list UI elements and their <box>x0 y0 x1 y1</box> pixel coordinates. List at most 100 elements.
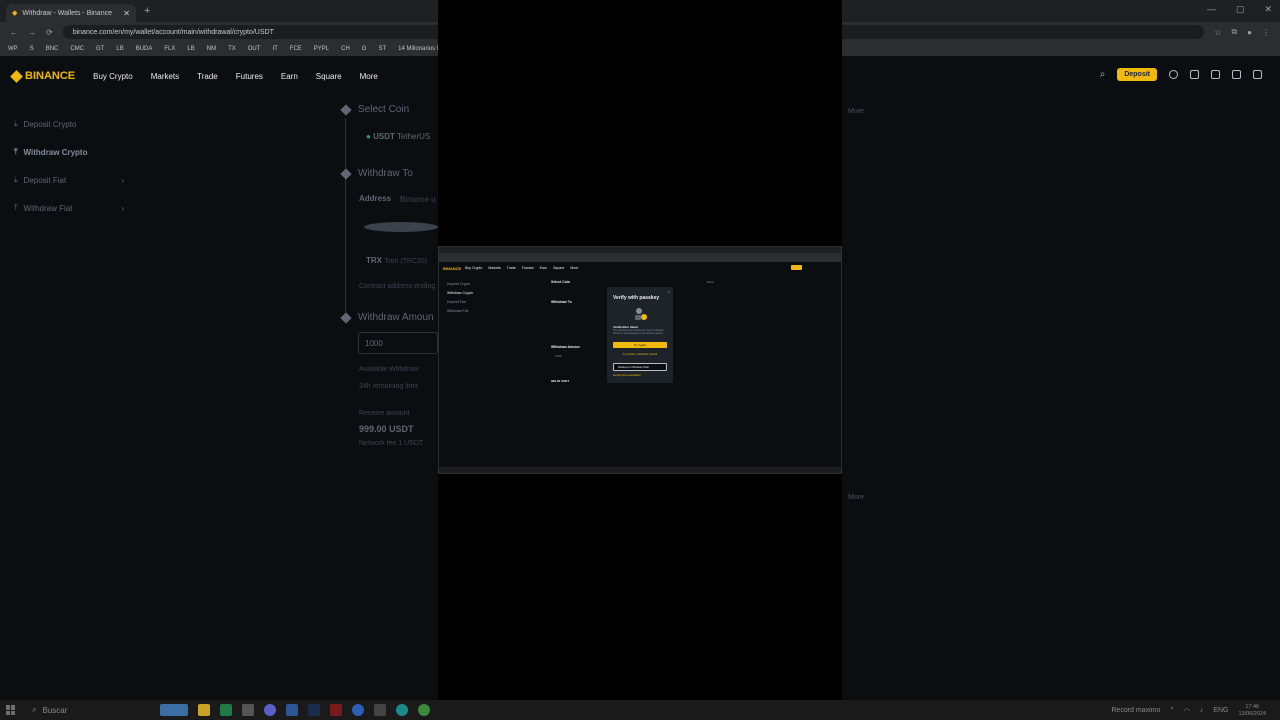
other-method-link[interactable]: Try another verification method <box>613 353 667 356</box>
bookmark-item[interactable]: FLX <box>164 46 175 52</box>
menu-deposit-fiat[interactable]: ⤓ Deposit Fiat › <box>14 166 124 194</box>
wallet-icon[interactable] <box>1190 70 1199 79</box>
mini-taskbar <box>439 467 841 473</box>
chrome-app-icon[interactable] <box>418 704 430 716</box>
reload-icon[interactable]: ⟳ <box>46 28 53 37</box>
modal-title: Verify with passkey <box>613 295 660 301</box>
nav-futures[interactable]: Futures <box>236 72 263 81</box>
grid-icon[interactable] <box>1253 70 1262 79</box>
new-tab-icon[interactable]: + <box>144 5 150 17</box>
explorer-app-icon[interactable] <box>198 704 210 716</box>
bookmark-item[interactable]: WP <box>8 46 18 52</box>
bookmark-item[interactable]: OUT <box>248 46 261 52</box>
bookmark-item[interactable]: ST <box>378 46 386 52</box>
bookmark-item[interactable]: TX <box>228 46 236 52</box>
acrobat-app-icon[interactable] <box>330 704 342 716</box>
taskbar-search[interactable]: ⌕ Buscar <box>32 705 132 715</box>
profile-icon[interactable]: ● <box>1247 28 1252 37</box>
menu-withdraw-fiat[interactable]: ⤒ Withdraw Fiat › <box>14 194 124 222</box>
clock-time: 17:46 <box>1245 704 1260 710</box>
chevron-right-icon: › <box>121 203 124 213</box>
maximize-icon[interactable]: ▢ <box>1236 4 1245 15</box>
clock[interactable]: 17:46 13/06/2024 <box>1238 704 1266 717</box>
bookmark-item[interactable]: FCE <box>290 46 302 52</box>
bookmark-item[interactable]: IT <box>272 46 277 52</box>
bookmark-item[interactable]: G <box>362 46 367 52</box>
mini-amount: 1000 <box>555 354 562 358</box>
close-tab-icon[interactable]: ✕ <box>123 9 130 18</box>
coin-symbol: USDT <box>373 132 395 141</box>
mini-menu-item: Withdraw Crypto <box>447 291 473 295</box>
download-icon[interactable] <box>1232 70 1241 79</box>
security-items-link[interactable]: Security items unavailable? <box>613 375 641 377</box>
taskview-app-icon[interactable] <box>160 704 188 716</box>
tab-binance-user[interactable]: Binance u <box>400 195 436 204</box>
windows-start-icon[interactable] <box>6 705 16 715</box>
volume-icon[interactable]: ♪ <box>1200 707 1204 714</box>
step-label: Withdraw Amoun <box>358 312 434 323</box>
excel-app-icon[interactable] <box>220 704 232 716</box>
amount-input[interactable]: 1000 <box>358 332 438 354</box>
bookmark-item[interactable]: S <box>30 46 34 52</box>
extensions-icon[interactable]: ⧉ <box>1231 27 1237 37</box>
app-icon[interactable] <box>374 704 386 716</box>
minimize-icon[interactable]: — <box>1207 4 1216 15</box>
word-app-icon[interactable] <box>286 704 298 716</box>
left-menu: ⤓ Deposit Crypto ⤒ Withdraw Crypto ⤓ Deposi… <box>14 110 124 222</box>
try-again-button[interactable]: Try Again <box>613 342 667 348</box>
contract-note: Contract address ending <box>359 283 436 290</box>
bookmark-item[interactable]: GT <box>96 46 104 52</box>
app-icon[interactable] <box>264 704 276 716</box>
nav-more[interactable]: More <box>360 72 378 81</box>
bookmark-item[interactable]: BNC <box>46 46 59 52</box>
bookmark-item[interactable]: LB <box>116 46 123 52</box>
step-line <box>345 118 346 318</box>
chevron-right-icon: › <box>121 175 124 185</box>
app-icon[interactable] <box>352 704 364 716</box>
photoshop-app-icon[interactable] <box>308 704 320 716</box>
bookmark-item[interactable]: LB <box>187 46 194 52</box>
verification-failed-title: Verification failed <box>613 325 638 329</box>
tab-address[interactable]: Address <box>359 194 391 203</box>
chevron-up-icon[interactable]: ^ <box>1170 707 1173 714</box>
calculator-app-icon[interactable] <box>242 704 254 716</box>
more-link-top[interactable]: More <box>848 108 864 115</box>
coin-row[interactable]: ● USDT TetherUS <box>366 132 430 141</box>
bookmark-star-icon[interactable]: ☆ <box>1214 28 1221 37</box>
windows-hello-popup[interactable]: Passkeys or Windows Hello <box>613 363 667 371</box>
nested-screenshot: BINANCE Buy Crypto Markets Trade Futures… <box>438 246 842 474</box>
search-icon[interactable]: ⌕ <box>1100 69 1106 80</box>
bookmark-item[interactable]: BUDA <box>136 46 153 52</box>
mini-passkey-modal: Verify with passkey ✕ Verification faile… <box>607 287 673 383</box>
menu-deposit-crypto[interactable]: ⤓ Deposit Crypto <box>14 110 124 138</box>
more-link-bottom[interactable]: More <box>848 494 864 501</box>
bookmark-item[interactable]: CMC <box>70 46 84 52</box>
forward-icon[interactable]: → <box>28 28 36 37</box>
bookmark-item[interactable]: PYPL <box>314 46 329 52</box>
close-window-icon[interactable]: ✕ <box>1264 4 1272 15</box>
modal-close-icon[interactable]: ✕ <box>667 290 670 294</box>
notification-icon[interactable] <box>1211 70 1220 79</box>
nav-trade[interactable]: Trade <box>197 72 218 81</box>
step-withdraw-amount: Withdraw Amoun <box>340 311 434 324</box>
system-tray: Record maximo ^ ◠ ♪ ENG 17:46 13/06/2024 <box>1111 704 1266 717</box>
menu-withdraw-crypto[interactable]: ⤒ Withdraw Crypto <box>14 138 124 166</box>
deposit-button[interactable]: Deposit <box>1117 68 1157 81</box>
menu-dots-icon[interactable]: ⋮ <box>1262 28 1270 37</box>
user-icon[interactable] <box>1169 70 1178 79</box>
back-icon[interactable]: ← <box>10 28 18 37</box>
nav-markets[interactable]: Markets <box>151 72 179 81</box>
nav-square[interactable]: Square <box>316 72 342 81</box>
binance-logo[interactable]: BINANCE <box>10 69 75 83</box>
bookmark-item[interactable]: NM <box>207 46 216 52</box>
nav-buy-crypto[interactable]: Buy Crypto <box>93 72 133 81</box>
browser-tab[interactable]: ◆ Withdraw - Wallets - Binance ✕ <box>6 4 136 22</box>
wifi-icon[interactable]: ◠ <box>1184 707 1190 715</box>
menu-label: Withdraw Fiat <box>23 203 73 213</box>
edge-app-icon[interactable] <box>396 704 408 716</box>
nav-earn[interactable]: Earn <box>281 72 298 81</box>
binance-logo-icon <box>10 69 23 83</box>
bookmark-item[interactable]: CH <box>341 46 350 52</box>
language-indicator[interactable]: ENG <box>1213 707 1228 714</box>
network-row[interactable]: TRX Tron (TRC20) <box>366 256 427 265</box>
